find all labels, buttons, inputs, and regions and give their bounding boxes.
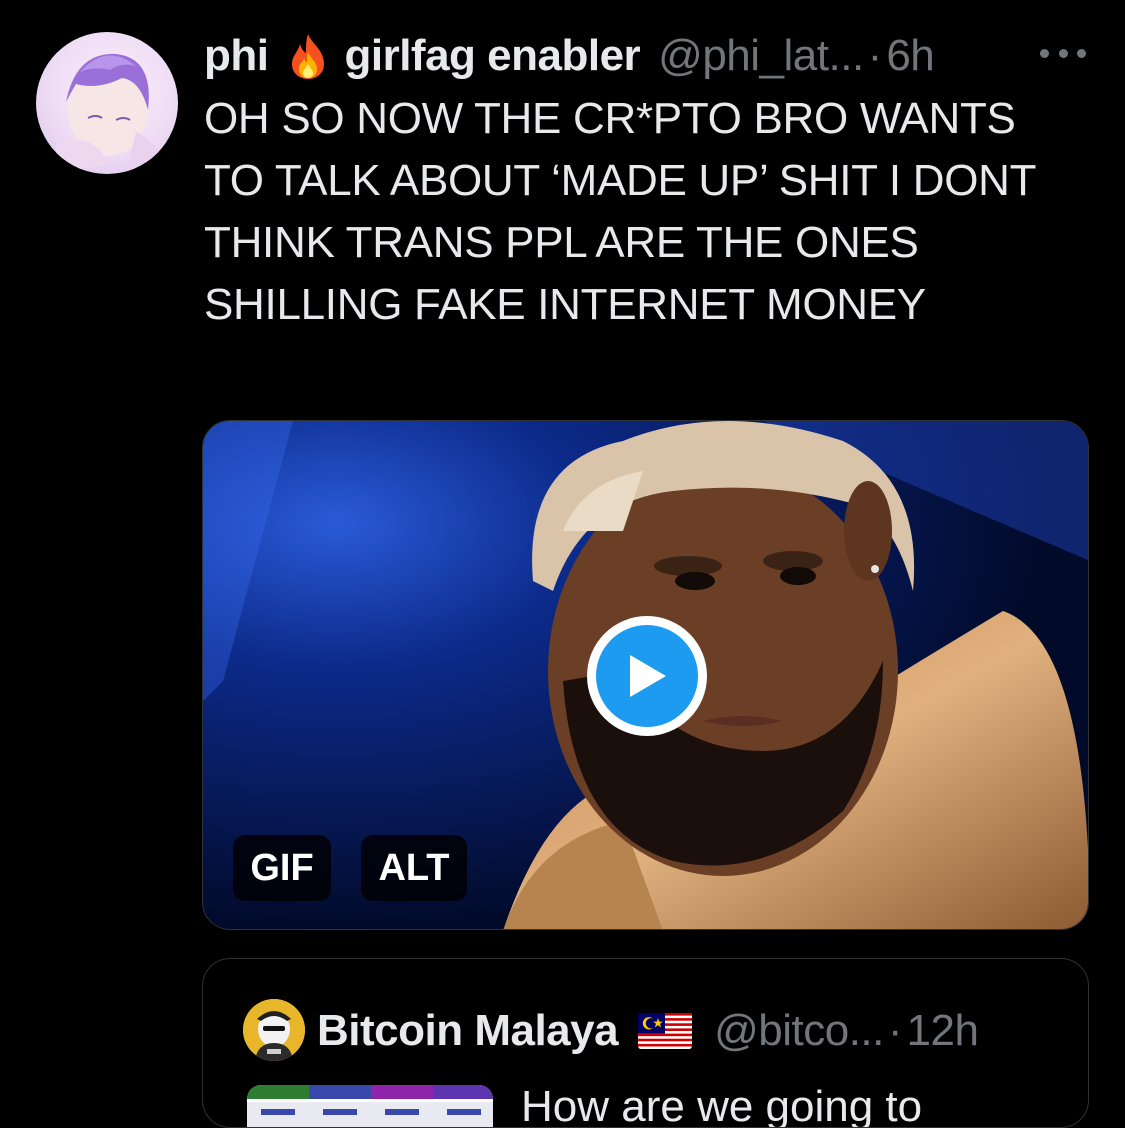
tweet-text: OH SO NOW THE CR*PTO BRO WANTS TO TALK A… (204, 94, 1036, 329)
timestamp[interactable]: 6h (886, 30, 934, 82)
quote-handle[interactable]: @bitco... (714, 1005, 884, 1057)
quoted-tweet[interactable]: Bitcoin Malaya @bitco... · 12h How are w… (202, 958, 1089, 1128)
handle[interactable]: @phi_lat... (658, 30, 864, 82)
quote-timestamp[interactable]: 12h (907, 1005, 979, 1057)
more-horizontal-icon[interactable] (1040, 38, 1086, 68)
display-name-suffix[interactable]: girlfag enabler (344, 30, 640, 82)
gif-badge: GIF (233, 835, 331, 901)
play-button[interactable] (587, 616, 707, 736)
quote-display-name[interactable]: Bitcoin Malaya (317, 1005, 619, 1057)
malaysia-flag-icon (638, 1013, 693, 1049)
play-icon (596, 625, 698, 727)
alt-badge[interactable]: ALT (361, 835, 467, 901)
display-name[interactable]: phi (204, 30, 269, 82)
fire-icon (286, 32, 330, 80)
quote-separator-dot: · (887, 1006, 903, 1055)
separator-dot: · (867, 31, 883, 80)
quote-header: Bitcoin Malaya @bitco... · 12h (317, 1005, 979, 1057)
tweet[interactable]: phi girlfag enabler @phi_lat... · 6h OH … (0, 0, 1125, 1128)
quote-text: How are we going to (521, 1082, 923, 1128)
quote-media-thumbnail[interactable] (247, 1085, 493, 1127)
tweet-header: phi girlfag enabler @phi_lat... · 6h (204, 30, 1104, 82)
avatar[interactable] (36, 32, 178, 174)
quote-avatar[interactable] (243, 999, 305, 1061)
media-gif[interactable]: GIF ALT (202, 420, 1089, 930)
